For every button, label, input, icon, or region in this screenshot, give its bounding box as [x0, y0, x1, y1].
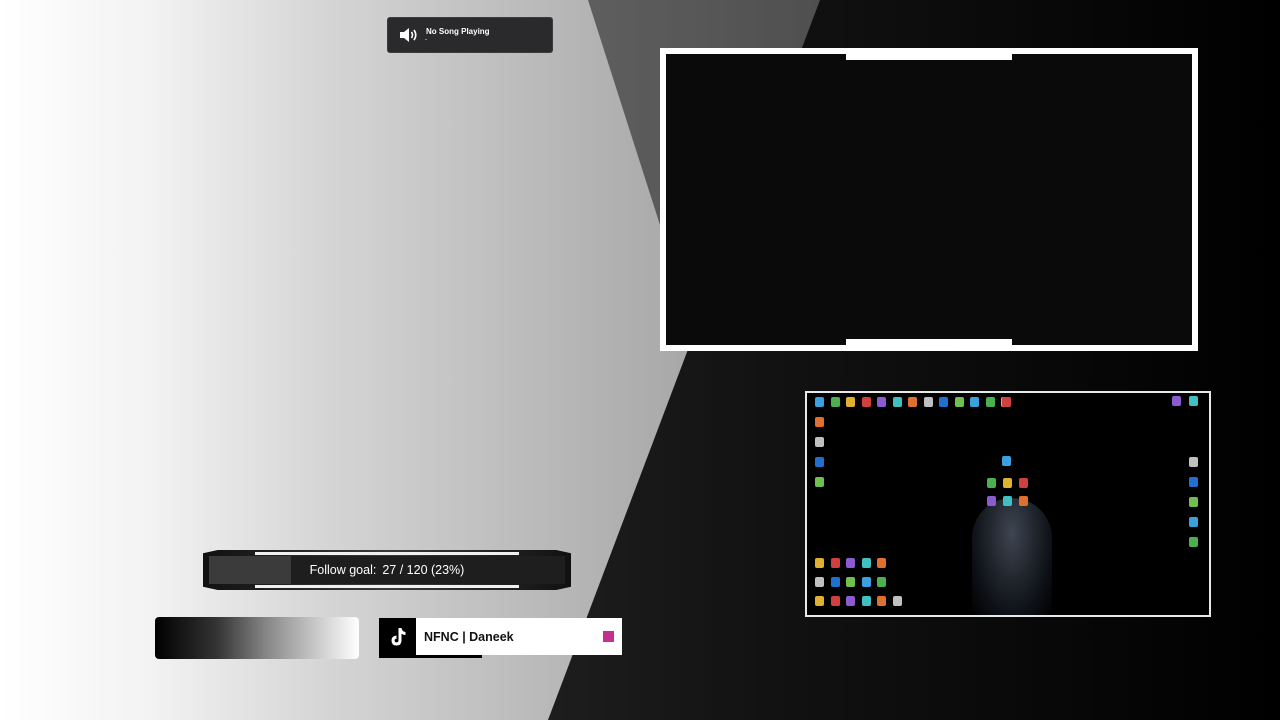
desktop-icon — [892, 596, 902, 606]
desktop-icon — [830, 577, 840, 587]
wallpaper-figure — [972, 498, 1052, 615]
desktop-icon — [861, 397, 871, 407]
desktop-icon — [1189, 517, 1198, 527]
desktop-icon — [1019, 478, 1028, 488]
desktop-icon — [970, 397, 979, 407]
desktop-icon — [1189, 396, 1198, 406]
desktop-capture-frame — [805, 391, 1211, 617]
desktop-icon — [877, 596, 886, 606]
accent-square — [603, 631, 614, 642]
desktop-icon — [908, 397, 917, 407]
desktop-icon — [815, 417, 824, 427]
desktop-icon — [985, 397, 995, 407]
desktop-icon — [846, 558, 855, 568]
follow-goal-label-row: Follow goal: 27 / 120 (23%) — [203, 550, 571, 590]
desktop-icon — [846, 397, 855, 407]
desktop-icon — [987, 478, 996, 488]
desktop-icon — [987, 496, 996, 506]
desktop-icon — [877, 577, 886, 587]
desktop-icon — [861, 596, 871, 606]
frame-notch-top — [846, 54, 1012, 60]
desktop-icon — [1002, 456, 1011, 466]
social-handle-underline — [379, 655, 482, 658]
desktop-icon — [1189, 537, 1198, 547]
main-camera-area — [666, 54, 1192, 345]
social-logo-box — [379, 618, 416, 655]
desktop-icon — [830, 397, 840, 407]
desktop-icon — [815, 577, 824, 587]
follow-goal-progress-text: 27 / 120 (23%) — [382, 563, 465, 577]
desktop-icon — [1003, 496, 1012, 506]
desktop-icon — [861, 577, 871, 587]
desktop-icon — [815, 477, 824, 487]
desktop-icon — [923, 397, 933, 407]
social-handle-text: NFNC | Daneek — [424, 629, 514, 644]
desktop-icon — [939, 397, 948, 407]
desktop-icon — [1019, 496, 1028, 506]
desktop-icon — [861, 558, 871, 568]
desktop-icon — [877, 558, 886, 568]
song-title: No Song Playing — [426, 27, 490, 36]
social-handle-bar: NFNC | Daneek — [379, 618, 622, 655]
main-camera-frame — [660, 48, 1198, 351]
song-subtitle-placeholder — [425, 39, 427, 40]
desktop-icon — [815, 596, 824, 606]
tiktok-icon — [391, 627, 405, 645]
follow-goal-widget: Follow goal: 27 / 120 (23%) — [203, 550, 571, 590]
desktop-icon — [877, 397, 886, 407]
now-playing-widget: No Song Playing — [387, 17, 553, 53]
desktop-icon — [1002, 397, 1011, 407]
desktop-icon — [815, 397, 824, 407]
gradient-panel — [155, 617, 359, 659]
desktop-icon — [1189, 497, 1198, 507]
desktop-icon — [830, 596, 840, 606]
desktop-icon — [830, 558, 840, 568]
desktop-icon — [1189, 477, 1198, 487]
desktop-icon — [846, 577, 855, 587]
speaker-icon — [400, 28, 417, 42]
desktop-icon — [846, 596, 855, 606]
desktop-icon — [815, 437, 824, 447]
follow-goal-label: Follow goal: — [309, 563, 377, 577]
frame-notch-bottom — [846, 339, 1012, 345]
desktop-icon — [1003, 478, 1012, 488]
desktop-icon — [815, 457, 824, 467]
desktop-icon — [892, 397, 902, 407]
desktop-icon — [815, 558, 824, 568]
desktop-icon — [954, 397, 964, 407]
desktop-icon — [1172, 396, 1181, 406]
desktop-icon — [1189, 457, 1198, 467]
